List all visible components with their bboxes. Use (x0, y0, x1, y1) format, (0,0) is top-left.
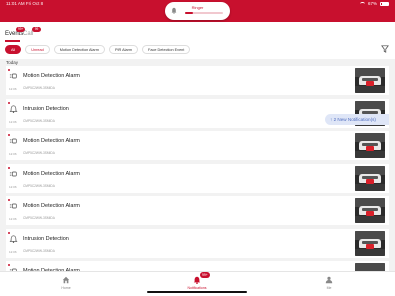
nav-me-label: Me (326, 286, 332, 290)
event-time: 12:06 (9, 184, 17, 189)
bell-icon (9, 234, 18, 243)
active-tab-indicator (5, 40, 20, 42)
event-thumbnail[interactable] (355, 198, 385, 223)
filter-unread[interactable]: Unread (25, 45, 50, 54)
battery-icon (380, 1, 389, 6)
motion-icon (9, 171, 17, 176)
ringer-overlay: Ringer (165, 2, 230, 20)
person-icon (325, 276, 333, 284)
event-time: 12:06 (9, 249, 17, 254)
filter-icon[interactable] (381, 45, 389, 53)
event-time: 12:06 (9, 119, 17, 124)
tab-call-badge: 99 (32, 27, 41, 32)
wifi-icon (359, 1, 365, 6)
unread-dot (8, 69, 10, 71)
unread-dot (8, 199, 10, 201)
event-row[interactable]: Motion Detection Alarm 12:06 CMP5C2WW-3SMI… (6, 66, 389, 95)
event-row[interactable]: Motion Detection Alarm 12:06 CMP5C2WW-3SMI… (6, 163, 389, 193)
event-row[interactable]: Motion Detection Alarm 12:06 CMP5C2WW-3SMI… (6, 131, 389, 160)
event-title: Motion Detection Alarm (23, 73, 80, 79)
filter-chips: All Unread Motion Detection Alarm PIR Al… (5, 45, 191, 54)
event-row[interactable]: Intrusion Detection 12:06 CMP5C2WW-3SMIDA (6, 228, 389, 258)
event-time: 12:06 (9, 87, 17, 91)
ringer-title: Ringer (191, 5, 204, 10)
event-device: CMP5C2WW-3SMIDA (23, 183, 55, 188)
ringer-volume-bar (185, 12, 223, 14)
event-title: Motion Detection Alarm (23, 138, 80, 144)
home-indicator (147, 291, 247, 293)
nav-notifications[interactable]: Notifications (177, 275, 217, 290)
motion-icon (9, 73, 17, 79)
tab-call[interactable]: Call (23, 31, 33, 37)
event-title: Motion Detection Alarm (23, 203, 80, 209)
bell-icon (193, 276, 201, 284)
event-device: CMP5C2WW-3SMIDA (23, 216, 55, 220)
event-device: CMP5C2WW-3SMIDA (23, 248, 55, 253)
event-row[interactable]: Motion Detection Alarm 12:06 CMP5C2WW-3SMI… (6, 196, 389, 225)
status-right: 67% (359, 1, 389, 6)
filter-face-detection[interactable]: Face Detection Event (142, 45, 191, 54)
nav-me[interactable]: Me (309, 275, 349, 290)
home-icon (62, 276, 70, 284)
event-title: Intrusion Detection (23, 235, 69, 242)
filter-motion-detection[interactable]: Motion Detection Alarm (53, 45, 105, 54)
notifications-badge: 99+ (200, 272, 210, 278)
screen: 11:01 AM Fri Oct 8 67% Ringer Events 99+… (0, 0, 395, 296)
nav-notifications-label: Notifications (187, 286, 207, 290)
unread-dot (8, 264, 10, 266)
event-thumbnail[interactable] (355, 68, 385, 93)
event-thumbnail[interactable] (355, 165, 385, 191)
unread-dot (8, 101, 10, 104)
motion-icon (9, 203, 17, 209)
event-title: Intrusion Detection (23, 105, 69, 112)
new-notifications-pill[interactable]: ↑ 2 New Notification(s) (325, 114, 389, 125)
unread-dot (8, 166, 10, 169)
event-device: CMP5C2WW-3SMIDA (23, 118, 55, 123)
event-device: CMP5C2WW-3SMIDA (23, 151, 55, 155)
filter-all[interactable]: All (5, 45, 22, 54)
event-time: 12:06 (9, 152, 17, 156)
filter-pir-alarm[interactable]: PIR Alarm (108, 45, 139, 54)
nav-home-label: Home (61, 286, 71, 290)
unread-dot (8, 231, 10, 234)
event-title: Motion Detection Alarm (23, 170, 80, 177)
event-thumbnail[interactable] (355, 230, 385, 256)
bell-icon (9, 104, 18, 113)
motion-icon (9, 138, 17, 144)
event-time: 12:06 (9, 217, 17, 221)
new-notifications-label: 2 New Notification(s) (333, 117, 376, 122)
event-thumbnail[interactable] (355, 133, 385, 158)
nav-home[interactable]: Home (46, 275, 86, 290)
battery-percent: 67% (367, 1, 377, 6)
unread-dot (8, 134, 10, 136)
section-today: Today (6, 60, 19, 65)
status-time: 11:01 AM Fri Oct 8 (6, 1, 44, 6)
event-device: CMP5C2WW-3SMIDA (23, 86, 55, 90)
ringer-volume-fill (185, 12, 193, 14)
